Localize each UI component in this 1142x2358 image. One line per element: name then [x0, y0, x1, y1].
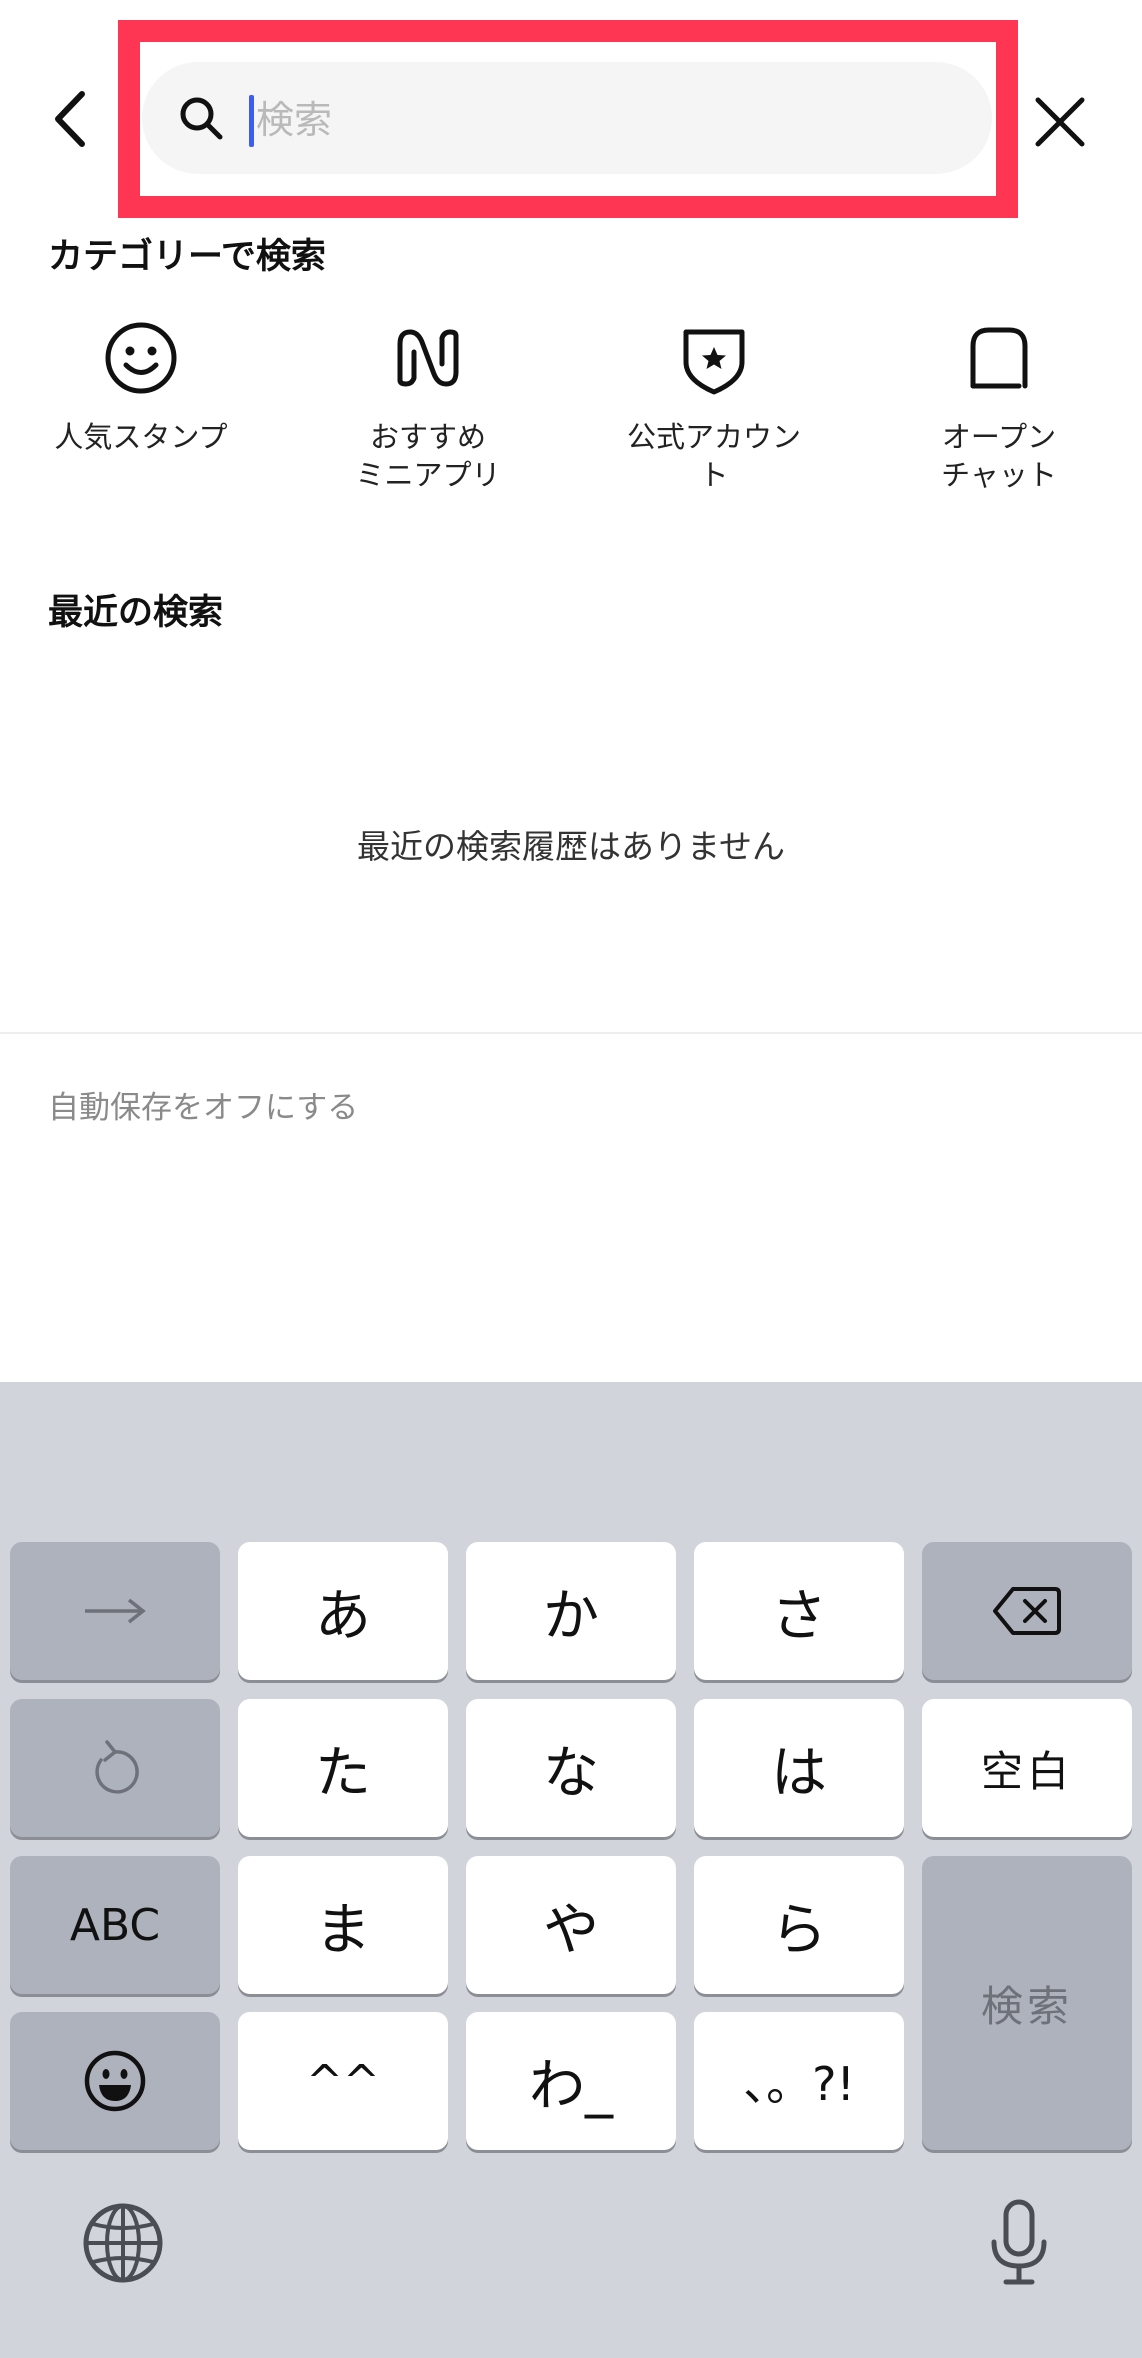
undo-key[interactable]: [10, 1699, 220, 1837]
emoji-key[interactable]: [10, 2012, 220, 2150]
punctuation-label: 、。?!: [743, 2057, 855, 2111]
mini-app-icon: [397, 329, 459, 387]
search-input[interactable]: [256, 88, 956, 152]
category-label: おすすめ ミニアプリ: [355, 420, 501, 492]
next-key[interactable]: [10, 1542, 220, 1680]
key-ra[interactable]: ら: [694, 1856, 904, 1994]
space-key-label: 空白: [980, 1746, 1073, 1796]
key-wa[interactable]: わ_: [466, 2012, 676, 2150]
category-open-chat[interactable]: オープン チャット: [884, 318, 1114, 508]
close-icon: [1035, 97, 1085, 147]
kaomoji-label: ^^: [306, 2055, 380, 2107]
key-kaomoji[interactable]: ^^: [238, 2012, 448, 2150]
key-punctuation[interactable]: 、。?!: [694, 2012, 904, 2150]
search-icon: [178, 95, 224, 141]
recent-search-title: 最近の検索: [48, 593, 224, 633]
search-key-label: 検索: [980, 1981, 1073, 2031]
key-na[interactable]: な: [466, 1699, 676, 1837]
category-search-title: カテゴリーで検索: [48, 237, 326, 277]
emoji-icon: [84, 2050, 146, 2112]
microphone-icon: [991, 2199, 1047, 2285]
search-header: [0, 0, 1142, 230]
key-ka[interactable]: か: [466, 1542, 676, 1680]
abc-key[interactable]: ABC: [10, 1856, 220, 1994]
keyboard: あ か さ た な は 空白 ABC ま や ら 検索 ^^ わ_ 、。?!: [0, 1382, 1142, 2358]
category-label: オープン チャット: [941, 420, 1057, 492]
close-button[interactable]: [1030, 92, 1090, 152]
dictation-key[interactable]: [976, 2196, 1062, 2285]
key-ma[interactable]: ま: [238, 1856, 448, 1994]
abc-key-label: ABC: [69, 1899, 161, 1951]
undo-icon: [95, 1740, 139, 1794]
category-popular-stickers[interactable]: 人気スタンプ: [26, 318, 256, 508]
space-key[interactable]: 空白: [922, 1699, 1132, 1837]
empty-history-message: 最近の検索履歴はありません: [356, 827, 785, 866]
open-chat-icon: [970, 327, 1028, 389]
back-button[interactable]: [44, 86, 100, 152]
category-label: 公式アカウン ト: [626, 420, 801, 492]
autosave-off-link[interactable]: 自動保存をオフにする: [48, 1082, 358, 1127]
official-account-shield-icon: [683, 329, 745, 395]
globe-icon: [83, 2203, 163, 2283]
category-official-accounts[interactable]: 公式アカウン ト: [599, 318, 829, 508]
divider: [0, 1032, 1142, 1034]
text-cursor: [249, 95, 254, 147]
key-ta[interactable]: た: [238, 1699, 448, 1837]
category-mini-apps[interactable]: おすすめ ミニアプリ: [313, 318, 543, 508]
key-ha[interactable]: は: [694, 1699, 904, 1837]
key-a[interactable]: あ: [238, 1542, 448, 1680]
smiley-icon: [105, 322, 177, 394]
search-key[interactable]: 検索: [922, 1856, 1132, 2150]
category-label: 人気スタンプ: [54, 420, 228, 454]
key-ya[interactable]: や: [466, 1856, 676, 1994]
key-sa[interactable]: さ: [694, 1542, 904, 1680]
backspace-icon: [993, 1587, 1061, 1635]
chevron-left-icon: [55, 91, 85, 147]
delete-key[interactable]: [922, 1542, 1132, 1680]
arrow-right-icon: [85, 1598, 146, 1624]
globe-key[interactable]: [80, 2200, 166, 2286]
